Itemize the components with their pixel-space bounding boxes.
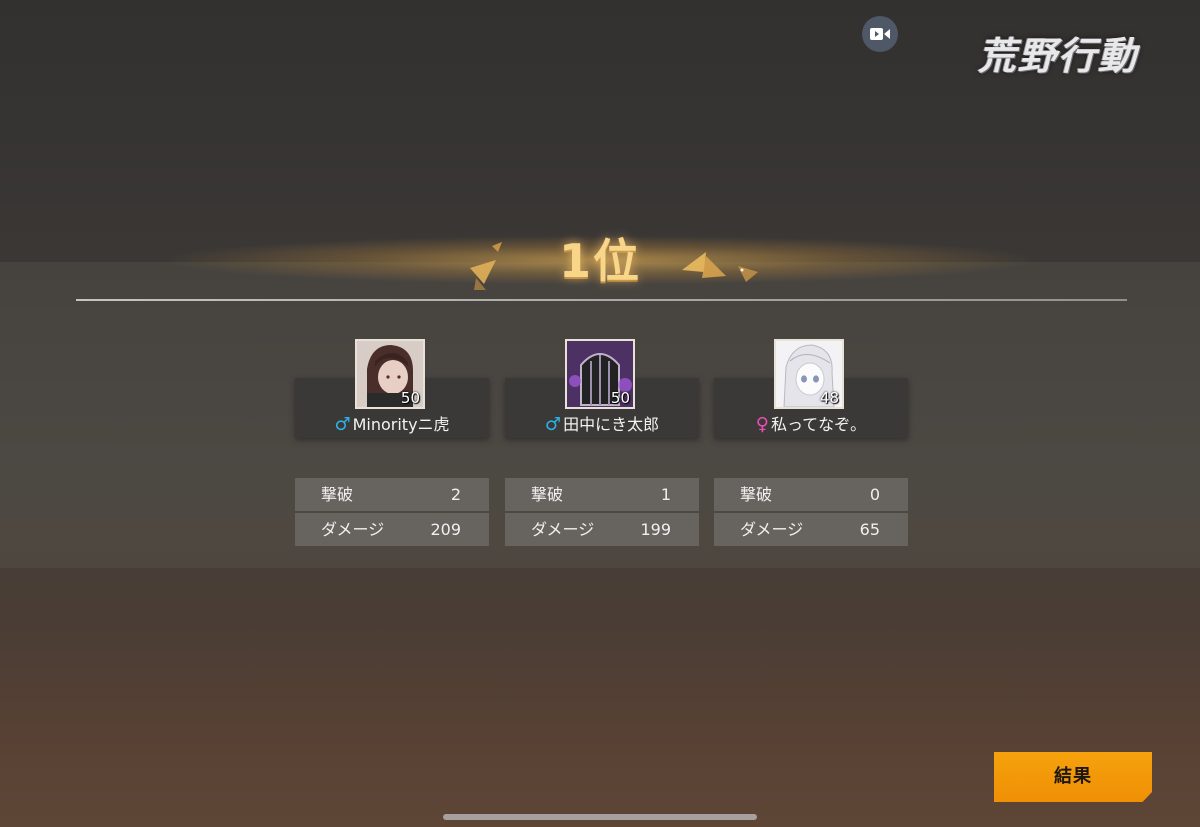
kills-label: 撃破 [740, 485, 773, 504]
player-name-row: ♀ 私ってなぞ。 [714, 414, 908, 436]
avatar[interactable]: 48 [774, 339, 844, 409]
player-level: 50 [400, 389, 420, 407]
player-name: 私ってなぞ。 [770, 415, 867, 434]
rank-sparkle-right [682, 252, 758, 282]
kills-value: 1 [660, 485, 671, 504]
avatar[interactable]: 50 [355, 339, 425, 409]
damage-value: 209 [430, 520, 461, 539]
stats-panel: 撃破 0 ダメージ 65 [714, 478, 908, 546]
player-name: Minorityニ虎 [352, 415, 450, 434]
player-name: 田中にき太郎 [563, 415, 660, 434]
avatar[interactable]: 50 [565, 339, 635, 409]
damage-value: 65 [859, 520, 880, 539]
damage-value: 199 [640, 520, 671, 539]
kills-label: 撃破 [531, 485, 564, 504]
rank-divider [76, 299, 1127, 301]
kills-row: 撃破 2 [295, 478, 489, 511]
player-name-row: ♂ Minorityニ虎 [295, 414, 489, 436]
player-name-row: ♂ 田中にき太郎 [505, 414, 699, 436]
damage-row: ダメージ 209 [295, 513, 489, 546]
kills-row: 撃破 0 [714, 478, 908, 511]
damage-row: ダメージ 65 [714, 513, 908, 546]
damage-label: ダメージ [531, 520, 595, 539]
damage-label: ダメージ [321, 520, 385, 539]
result-button[interactable]: 結果 [994, 752, 1152, 802]
player-level: 50 [610, 389, 630, 407]
female-icon: ♀ [755, 414, 769, 435]
video-camera-icon [870, 28, 890, 40]
stats-panel: 撃破 1 ダメージ 199 [505, 478, 699, 546]
rank-sparkle-left [470, 242, 502, 290]
game-logo: 荒野行動 [978, 33, 1139, 78]
male-icon: ♂ [334, 414, 351, 435]
record-button[interactable] [862, 16, 898, 52]
home-indicator[interactable] [443, 814, 757, 820]
stats-panel: 撃破 2 ダメージ 209 [295, 478, 489, 546]
kills-label: 撃破 [321, 485, 354, 504]
kills-row: 撃破 1 [505, 478, 699, 511]
male-icon: ♂ [544, 414, 562, 435]
kills-value: 2 [450, 485, 461, 504]
rank-title: 1位 [558, 234, 641, 288]
player-level: 48 [819, 389, 839, 407]
damage-row: ダメージ 199 [505, 513, 699, 546]
kills-value: 0 [869, 485, 880, 504]
damage-label: ダメージ [740, 520, 804, 539]
